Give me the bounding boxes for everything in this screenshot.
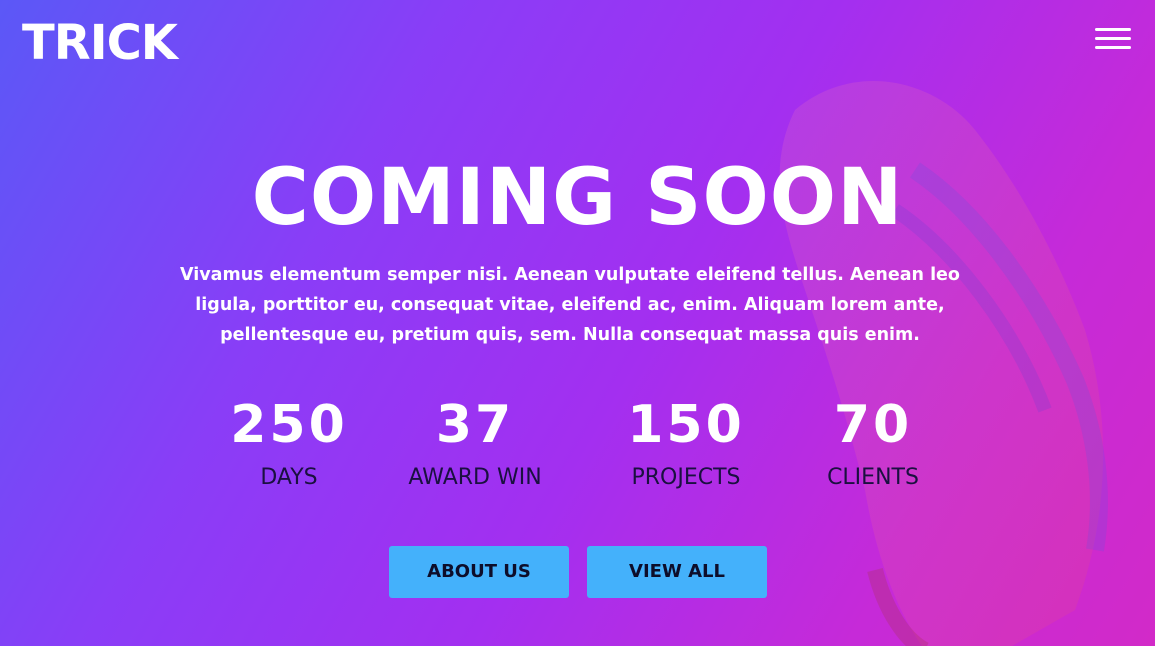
stat-value: 150 bbox=[627, 395, 745, 455]
stat-label: DAYS bbox=[260, 465, 318, 490]
stat-clients: 70 CLIENTS bbox=[773, 394, 973, 492]
stat-days: 250 DAYS bbox=[189, 394, 389, 492]
stat-award-win: 37 AWARD WIN bbox=[375, 394, 575, 492]
stat-value: 250 bbox=[230, 395, 348, 455]
menu-line bbox=[1095, 37, 1131, 40]
hero-description: Vivamus elementum semper nisi. Aenean vu… bbox=[180, 265, 960, 345]
stat-value: 70 bbox=[833, 395, 913, 455]
view-all-button[interactable]: VIEW ALL bbox=[587, 546, 767, 598]
hamburger-menu-icon[interactable] bbox=[1095, 28, 1131, 52]
stat-label: AWARD WIN bbox=[408, 465, 542, 490]
stat-label: PROJECTS bbox=[631, 465, 741, 490]
about-us-button[interactable]: ABOUT US bbox=[389, 546, 569, 598]
menu-line bbox=[1095, 28, 1131, 31]
stat-value: 37 bbox=[435, 395, 515, 455]
stat-label: CLIENTS bbox=[827, 465, 919, 490]
stat-projects: 150 PROJECTS bbox=[586, 394, 786, 492]
site-logo[interactable]: TRICK bbox=[22, 14, 178, 72]
hero-title: COMING SOON bbox=[251, 153, 904, 243]
menu-line bbox=[1095, 46, 1131, 49]
